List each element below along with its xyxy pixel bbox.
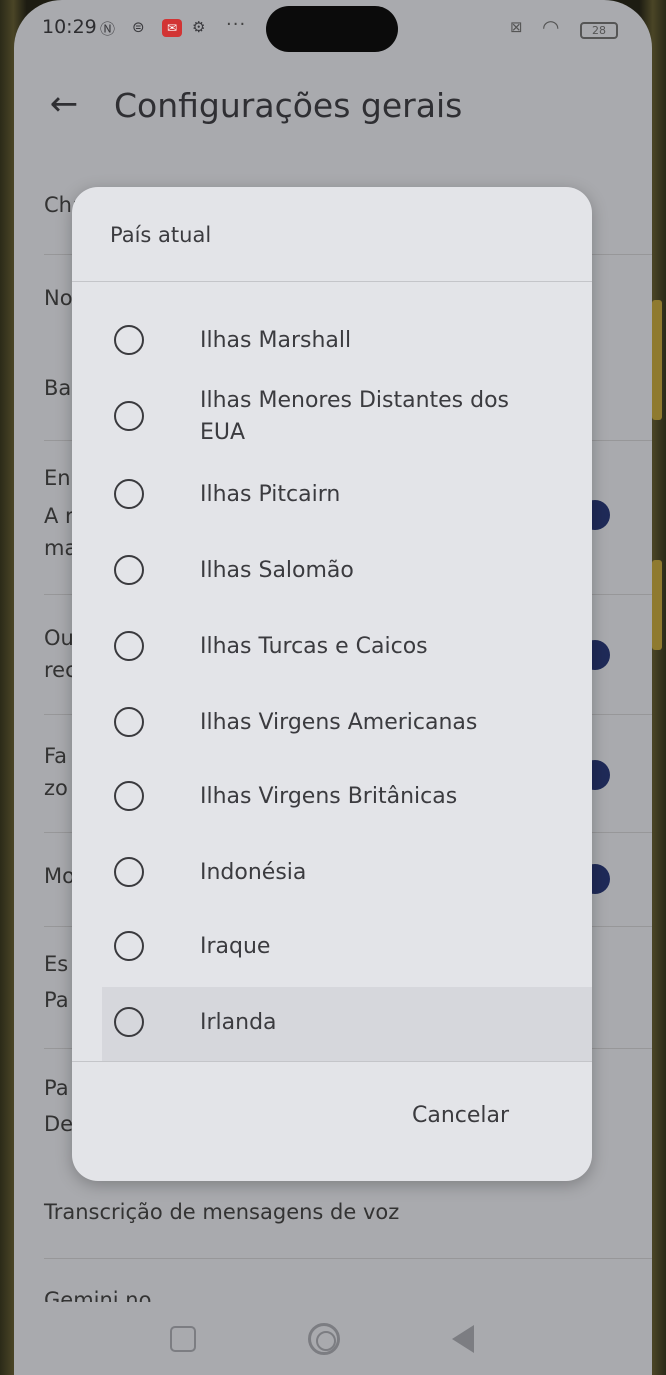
triangle-back-icon[interactable]	[452, 1325, 474, 1353]
radio-option[interactable]: Ilhas Virgens Britânicas	[108, 779, 578, 815]
radio-button[interactable]	[114, 401, 144, 431]
settings-item[interactable]: Ba	[44, 376, 71, 400]
more-notifications-icon: ···	[226, 14, 247, 35]
radio-option[interactable]: Indonésia	[108, 855, 578, 891]
settings-item[interactable]: Ou	[44, 626, 74, 650]
settings-item[interactable]: Mo	[44, 864, 75, 888]
mail-icon: ✉	[162, 19, 182, 37]
option-label: Ilhas Virgens Americanas	[200, 710, 478, 735]
settings-item-gemini[interactable]: Gemini no	[44, 1288, 151, 1302]
page-title: Configurações gerais	[114, 86, 463, 125]
status-bar: 10:29 Ⓝ ⊜ ✉ ⚙ ··· ⊠ ◠ 28	[14, 0, 652, 62]
radio-option[interactable]: Irlanda	[102, 987, 592, 1061]
settings-item-desc: Pa	[44, 988, 69, 1012]
battery-icon: 28	[580, 22, 618, 39]
radio-button[interactable]	[114, 781, 144, 811]
screen: 10:29 Ⓝ ⊜ ✉ ⚙ ··· ⊠ ◠ 28 ← Configurações…	[14, 0, 652, 1375]
radio-button[interactable]	[114, 707, 144, 737]
option-label: Ilhas Virgens Britânicas	[200, 784, 458, 809]
option-label: Irlanda	[200, 1010, 277, 1035]
power-button	[652, 560, 662, 650]
square-icon[interactable]	[170, 1326, 196, 1352]
radio-button[interactable]	[114, 479, 144, 509]
settings-item[interactable]: Es	[44, 952, 68, 976]
divider	[72, 1061, 592, 1062]
cancel-button[interactable]: Cancelar	[412, 1103, 509, 1128]
option-label: Iraque	[200, 934, 271, 959]
radio-button[interactable]	[114, 931, 144, 961]
option-label: Ilhas Marshall	[200, 328, 352, 353]
wifi-icon: ◠	[542, 15, 560, 39]
divider	[72, 281, 592, 282]
option-label: Ilhas Pitcairn	[200, 482, 341, 507]
radio-option[interactable]: Ilhas Turcas e Caicos	[108, 629, 578, 665]
radio-option[interactable]: Iraque	[108, 929, 578, 965]
settings-item[interactable]: En	[44, 466, 71, 490]
arrow-left-icon[interactable]: ←	[44, 86, 84, 126]
radio-option[interactable]: Ilhas Menores Distantes dos EUA	[108, 385, 578, 451]
circle-icon[interactable]	[308, 1323, 340, 1355]
settings-item[interactable]: Fa	[44, 744, 67, 768]
option-label: Indonésia	[200, 860, 307, 885]
app-header: ← Configurações gerais	[14, 70, 652, 146]
radio-button[interactable]	[114, 1007, 144, 1037]
settings-item[interactable]: Pa	[44, 1076, 69, 1100]
radio-button[interactable]	[114, 631, 144, 661]
radio-option[interactable]: Ilhas Virgens Americanas	[108, 705, 578, 741]
settings-gear-icon: ⚙	[192, 18, 206, 36]
radio-option[interactable]: Ilhas Marshall	[108, 323, 578, 359]
camera-notch	[266, 6, 398, 52]
no-sim-icon: ⊠	[510, 18, 523, 36]
option-label: Ilhas Salomão	[200, 558, 354, 583]
dialog-title: País atual	[110, 223, 212, 247]
divider	[44, 1258, 652, 1259]
radio-button[interactable]	[114, 857, 144, 887]
settings-item[interactable]: No	[44, 286, 73, 310]
radio-option[interactable]: Ilhas Salomão	[108, 553, 578, 589]
country-picker-dialog: País atual Ilhas Marshall Ilhas Menores …	[72, 187, 592, 1181]
option-label: Ilhas Menores Distantes dos	[200, 388, 510, 413]
radio-option[interactable]: Ilhas Pitcairn	[108, 477, 578, 513]
settings-item-desc: A r	[44, 504, 74, 528]
sim-icon: ⊜	[132, 18, 145, 36]
phone-frame: 10:29 Ⓝ ⊜ ✉ ⚙ ··· ⊠ ◠ 28 ← Configurações…	[0, 0, 666, 1375]
volume-button	[652, 300, 662, 420]
settings-item-desc: zo	[44, 776, 68, 800]
settings-item-voice-transcription[interactable]: Transcrição de mensagens de voz	[44, 1200, 399, 1224]
option-label: Ilhas Turcas e Caicos	[200, 634, 428, 659]
status-time: 10:29	[42, 16, 97, 38]
radio-button[interactable]	[114, 555, 144, 585]
settings-item-desc: De	[44, 1112, 74, 1136]
radio-button[interactable]	[114, 325, 144, 355]
nfc-icon: Ⓝ	[100, 20, 116, 38]
option-label: EUA	[200, 420, 246, 445]
